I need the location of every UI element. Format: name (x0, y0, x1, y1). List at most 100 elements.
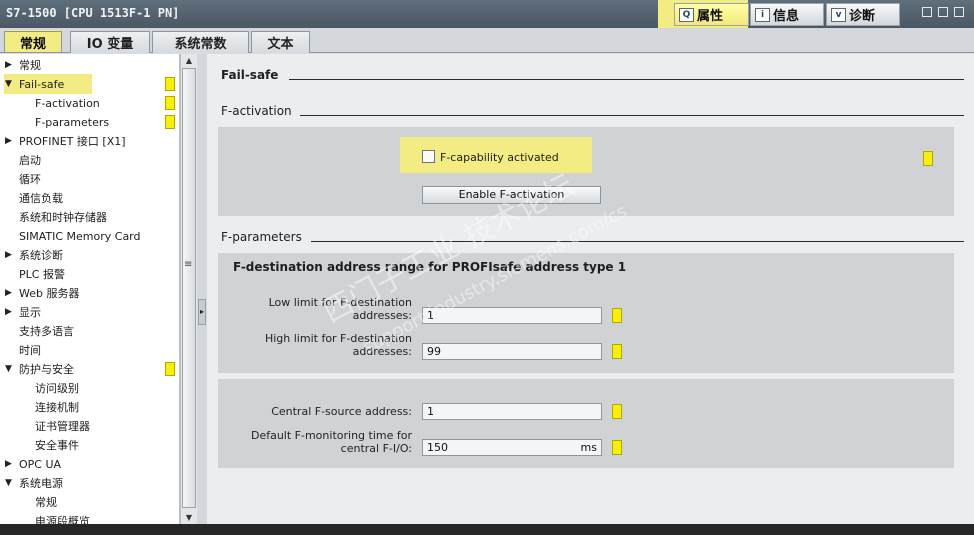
collapsed-arrow-icon[interactable]: ▶ (5, 303, 12, 322)
status-marker (165, 115, 175, 129)
nav-scrollbar[interactable]: ▲ ≡ ▼ (180, 54, 197, 524)
nav-item[interactable]: ▶ OPC UA (0, 455, 176, 474)
nav-item-label: 连接机制 (35, 401, 79, 414)
nav-item[interactable]: SIMATIC Memory Card (0, 227, 176, 246)
collapsed-arrow-icon[interactable]: ▶ (5, 246, 12, 265)
monitoring-time-field[interactable]: 150 ms (422, 439, 602, 456)
f-capability-checkbox[interactable] (422, 150, 435, 163)
nav-item-label: OPC UA (19, 458, 62, 471)
tab-properties[interactable]: Q 属性 (674, 3, 749, 26)
minimize-icon[interactable] (938, 7, 948, 17)
nav-item[interactable]: ▶ 常规 (0, 56, 176, 75)
float-window-icon[interactable] (922, 7, 932, 17)
low-limit-label: Low limit for F-destination addresses: (268, 296, 412, 322)
nav-item[interactable]: 支持多语言 (0, 322, 176, 341)
collapse-arrow-icon[interactable]: ▸ (198, 299, 206, 325)
bottom-bar (0, 524, 974, 535)
dest-range-title: F-destination address range for PROFIsaf… (233, 260, 627, 274)
f-capability-label: F-capability activated (440, 151, 559, 164)
properties-icon: Q (679, 7, 694, 22)
monitoring-time-value: 150 (427, 441, 448, 454)
nav-item[interactable]: 连接机制 (0, 398, 176, 417)
tab-properties-label: 属性 (697, 9, 724, 24)
collapsed-arrow-icon[interactable]: ▶ (5, 284, 12, 303)
f-source-group: Central F-source address: 1 Default F-mo… (218, 379, 954, 468)
nav-item[interactable]: 循环 (0, 170, 176, 189)
f-activation-group: F-capability activated Enable F-activati… (218, 127, 954, 216)
nav-item[interactable]: 时间 (0, 341, 176, 360)
tab-diagnostics[interactable]: v 诊断 (826, 3, 900, 26)
content-panel: Fail-safe F-activation F-capability acti… (207, 54, 974, 524)
tab-io-tags[interactable]: IO 变量 (70, 31, 150, 53)
nav-item-label: 防护与安全 (19, 363, 74, 376)
fail-safe-title: Fail-safe (221, 68, 279, 82)
scroll-up-icon[interactable]: ▲ (182, 54, 196, 67)
nav-item-label: 证书管理器 (35, 420, 90, 433)
tab-info[interactable]: i 信息 (750, 3, 824, 26)
tab-diagnostics-label: 诊断 (849, 9, 876, 24)
info-icon: i (755, 7, 770, 22)
tab-general[interactable]: 常规 (4, 31, 62, 53)
scroll-thumb[interactable] (182, 68, 196, 508)
nav-item[interactable]: ▶ PROFINET 接口 [X1] (0, 132, 176, 151)
nav-item-label: Fail-safe (19, 78, 65, 91)
nav-item[interactable]: 启动 (0, 151, 176, 170)
central-source-field[interactable]: 1 (422, 403, 602, 420)
nav-item-label: PROFINET 接口 [X1] (19, 135, 126, 148)
maximize-icon[interactable] (954, 7, 964, 17)
collapsed-arrow-icon[interactable]: ▶ (5, 132, 12, 151)
nav-item[interactable]: 电源段概览 (0, 512, 176, 524)
f-parameters-title: F-parameters (221, 230, 302, 244)
nav-item-label: 安全事件 (35, 439, 79, 452)
nav-item[interactable]: ▼ 防护与安全 (0, 360, 176, 379)
tab-bar: 常规 IO 变量 系统常数 文本 (0, 28, 974, 53)
status-marker (923, 151, 933, 166)
splitter[interactable]: ▸ (197, 54, 207, 524)
f-activation-title: F-activation (221, 104, 292, 118)
tab-texts[interactable]: 文本 (251, 31, 310, 53)
collapsed-arrow-icon[interactable]: ▶ (5, 56, 12, 75)
scroll-down-icon[interactable]: ▼ (182, 511, 196, 524)
nav-item[interactable]: ▶ 系统诊断 (0, 246, 176, 265)
central-source-label: Central F-source address: (271, 405, 412, 418)
nav-item-label: 常规 (35, 496, 57, 509)
low-limit-field[interactable]: 1 (422, 307, 602, 324)
nav-item-label: 循环 (19, 173, 41, 186)
nav-item-label: F-activation (35, 97, 100, 110)
high-limit-label: High limit for F-destination addresses: (264, 332, 412, 358)
expanded-arrow-icon[interactable]: ▼ (5, 360, 12, 379)
window-title: S7-1500 [CPU 1513F-1 PN] (6, 6, 180, 20)
enable-f-activation-button[interactable]: Enable F-activation (422, 186, 601, 204)
divider (289, 79, 964, 80)
nav-item-label: 显示 (19, 306, 41, 319)
nav-item[interactable]: ▼ 系统电源 (0, 474, 176, 493)
nav-item[interactable]: 常规 (0, 493, 176, 512)
nav-item[interactable]: ▼ Fail-safe (0, 75, 176, 94)
expanded-arrow-icon[interactable]: ▼ (5, 474, 12, 493)
nav-item[interactable]: 系统和时钟存储器 (0, 208, 176, 227)
nav-item[interactable]: PLC 报警 (0, 265, 176, 284)
nav-item[interactable]: 访问级别 (0, 379, 176, 398)
nav-item[interactable]: F-parameters (0, 113, 176, 132)
status-marker (165, 362, 175, 376)
nav-item[interactable]: 安全事件 (0, 436, 176, 455)
nav-item[interactable]: ▶ Web 服务器 (0, 284, 176, 303)
status-marker (612, 440, 622, 455)
nav-item[interactable]: 证书管理器 (0, 417, 176, 436)
nav-item[interactable]: 通信负载 (0, 189, 176, 208)
nav-item[interactable]: ▶ 显示 (0, 303, 176, 322)
nav-item-label: Web 服务器 (19, 287, 80, 300)
expanded-arrow-icon[interactable]: ▼ (5, 75, 12, 94)
status-marker (612, 308, 622, 323)
tab-system-constants[interactable]: 系统常数 (152, 31, 249, 53)
navigation-tree: ▶ 常规 ▼ Fail-safe F-activation F-parameters ▶ PR… (0, 54, 180, 524)
divider (300, 115, 964, 116)
high-limit-field[interactable]: 99 (422, 343, 602, 360)
status-marker (612, 404, 622, 419)
nav-item[interactable]: F-activation (0, 94, 176, 113)
monitoring-time-label: Default F-monitoring time for central F-… (250, 429, 412, 455)
status-marker (612, 344, 622, 359)
collapsed-arrow-icon[interactable]: ▶ (5, 455, 12, 474)
nav-item-label: 访问级别 (35, 382, 79, 395)
divider (311, 241, 964, 242)
